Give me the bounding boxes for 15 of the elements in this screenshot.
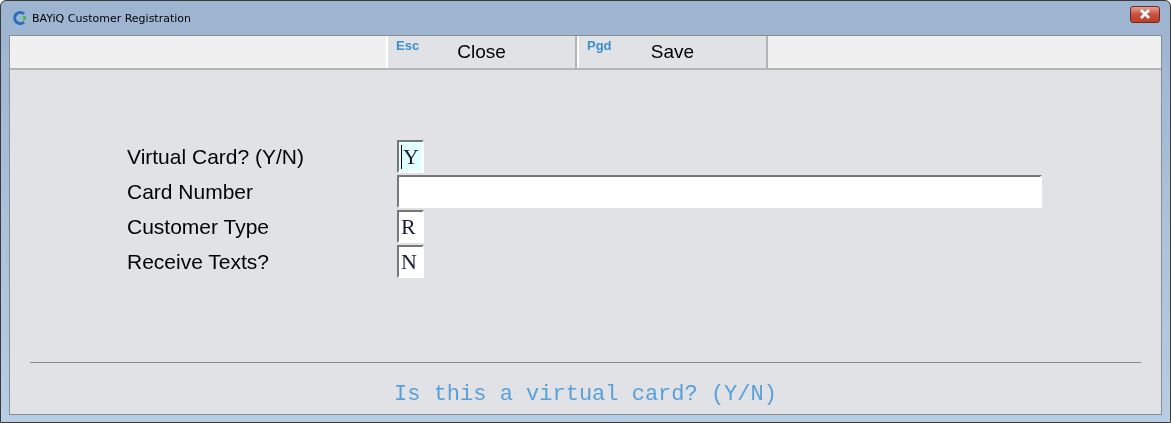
app-logo-icon [13,11,27,25]
window-title: BAYiQ Customer Registration [32,11,193,25]
toolbar-button[interactable]: Pgd Save [577,36,768,68]
input-field[interactable]: Y [397,140,424,173]
field-label: Virtual Card? (Y/N) [127,143,305,170]
close-icon [1139,9,1151,19]
input-field[interactable]: N [397,245,424,278]
prompt-message: Is this a virtual card? (Y/N) [393,382,778,407]
input-field[interactable] [397,175,1042,208]
toolbar-button[interactable]: Esc Close [386,36,577,68]
field-label: Card Number [127,178,255,205]
field-label: Customer Type [127,213,270,240]
field-label: Receive Texts? [127,248,271,275]
close-button[interactable] [1130,5,1160,23]
input-field[interactable]: R [397,210,424,243]
